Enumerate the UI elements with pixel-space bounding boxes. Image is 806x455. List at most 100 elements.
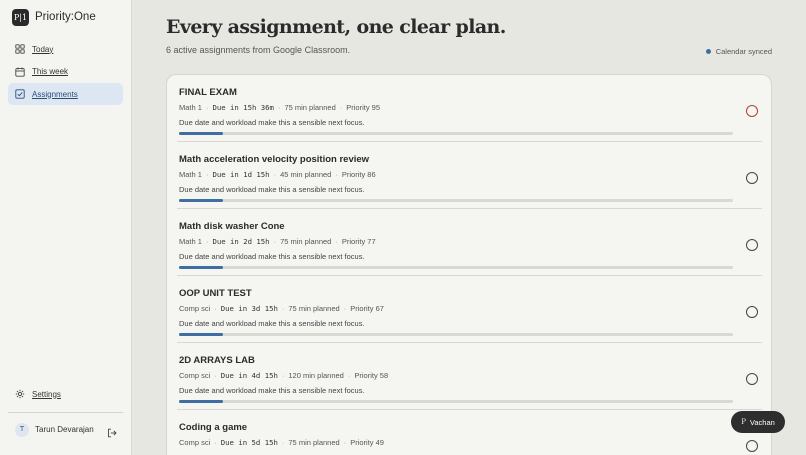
assignment-planned: 45 min planned [280,170,332,179]
assignment-title: Coding a game [179,422,248,433]
avatar: T [15,422,29,437]
assignment-title: Math acceleration velocity position revi… [179,154,370,165]
sync-status: Calendar synced [705,47,772,56]
sidebar-item-assignments[interactable]: Assignments [8,83,123,105]
complete-toggle[interactable] [746,440,758,452]
assistant-chip-button[interactable]: P Vachan [731,411,785,433]
progress-fill [179,199,224,202]
calendar-icon [15,67,25,77]
assignment-meta: Comp sci · Due in 4d 15h · 120 min planned… [179,371,388,380]
sidebar: P|1 Priority:One Today This week Assignm… [0,0,132,455]
assignment-row[interactable]: FINAL EXAM Math 1 · Due in 15h 36m · 75 mi… [167,75,771,142]
assignment-reason: Due date and workload make this a sensib… [179,319,365,328]
assignment-planned: 120 min planned [288,371,344,380]
sidebar-item-label: Today [32,44,54,54]
meta-separator: · [214,438,217,447]
assignment-planned: 75 min planned [284,103,336,112]
assistant-mark-icon: P [741,418,746,426]
meta-separator: · [281,438,285,447]
logout-icon[interactable] [107,425,117,437]
app-logo: P|1 [12,8,29,26]
progress-track [179,132,733,135]
assignment-meta: Comp sci · Due in 3d 15h · 75 min planned ·… [179,304,384,313]
assignment-meta: Math 1 · Due in 2d 15h · 75 min planned · P… [179,237,376,246]
progress-track [179,333,733,336]
progress-track [179,266,733,269]
meta-separator: · [281,304,285,313]
assignment-priority: Priority 49 [350,438,384,447]
sidebar-item-this-week[interactable]: This week [8,61,123,83]
progress-fill [179,333,224,336]
meta-separator: · [281,371,285,380]
meta-separator: · [205,170,209,179]
meta-separator: · [335,170,338,179]
meta-separator: · [277,103,281,112]
assignment-title: FINAL EXAM [179,87,237,98]
assignment-row[interactable]: Math disk washer Cone Math 1 · Due in 2d … [167,209,771,276]
meta-separator: · [273,237,277,246]
assignment-due: Due in 3d 15h [220,304,278,313]
meta-separator: · [343,438,347,447]
meta-separator: · [335,237,338,246]
meta-separator: · [347,371,351,380]
assignment-meta: Math 1 · Due in 1d 15h · 45 min planned · P… [179,170,376,179]
brand[interactable]: P|1 Priority:One [12,8,96,26]
assignment-reason: Due date and workload make this a sensib… [179,185,365,194]
app-name: Priority:One [35,11,96,23]
assignment-due: Due in 15h 36m [212,103,274,112]
assignment-title: 2D ARRAYS LAB [179,355,255,366]
user-name: Tarun Devarajan [35,425,94,434]
complete-toggle[interactable] [746,105,758,117]
sidebar-divider [8,412,123,413]
assignment-planned: 75 min planned [280,237,332,246]
assignment-row[interactable]: Coding a game Comp sci · Due in 5d 15h · 7… [167,410,771,455]
assignment-title: Math disk washer Cone [179,221,285,232]
sidebar-item-label: This week [32,67,69,76]
sync-status-dot [705,49,711,54]
assignment-planned: 75 min planned [288,438,340,447]
sidebar-item-today[interactable]: Today [8,38,123,60]
complete-toggle[interactable] [746,239,758,251]
progress-fill [179,400,224,403]
sidebar-item-settings[interactable]: Settings [8,384,123,404]
gear-icon [15,389,25,399]
assignment-list: FINAL EXAM Math 1 · Due in 15h 36m · 75 mi… [166,74,772,455]
sync-status-label: Calendar synced [715,47,772,56]
assignment-course: Math 1 [179,170,202,179]
meta-separator: · [205,237,209,246]
assignment-course: Comp sci [179,438,211,447]
progress-track [179,199,733,202]
meta-separator: · [343,304,347,313]
assignment-due: Due in 5d 15h [220,438,278,447]
assignment-priority: Priority 86 [341,170,376,179]
assignment-row[interactable]: Math acceleration velocity position revi… [167,142,771,209]
page-title: Every assignment, one clear plan. [166,16,506,38]
assignment-meta: Math 1 · Due in 15h 36m · 75 min planned · … [179,103,380,112]
complete-toggle[interactable] [746,306,758,318]
assignment-priority: Priority 58 [354,371,389,380]
meta-separator: · [214,304,217,313]
checkbox-icon [15,89,25,99]
meta-separator: · [273,170,277,179]
assignment-priority: Priority 77 [341,237,376,246]
assignment-priority: Priority 67 [350,304,384,313]
meta-separator: · [205,103,209,112]
progress-fill [179,266,224,269]
assignment-due: Due in 1d 15h [212,170,270,179]
meta-separator: · [339,103,343,112]
assignment-due: Due in 2d 15h [212,237,270,246]
assignment-course: Comp sci [179,371,211,380]
settings-label: Settings [32,389,61,399]
progress-track [179,400,733,403]
assignment-row[interactable]: 2D ARRAYS LAB Comp sci · Due in 4d 15h · 1… [167,343,771,410]
sidebar-nav: Today This week Assignments [8,38,123,106]
assignment-reason: Due date and workload make this a sensib… [179,252,365,261]
assignment-course: Math 1 [179,237,202,246]
assignment-row[interactable]: OOP UNIT TEST Comp sci · Due in 3d 15h · 7… [167,276,771,343]
grid-icon [15,44,25,54]
assignment-reason: Due date and workload make this a sensib… [179,386,365,395]
complete-toggle[interactable] [746,172,758,184]
assignment-priority: Priority 95 [346,103,381,112]
complete-toggle[interactable] [746,373,758,385]
user-profile[interactable]: T Tarun Devarajan [15,421,117,438]
